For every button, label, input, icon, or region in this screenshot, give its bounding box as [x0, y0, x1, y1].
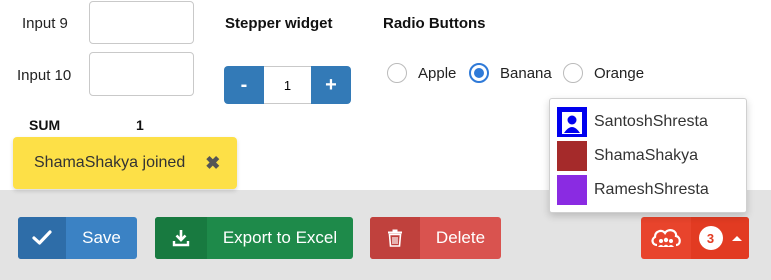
cloud-users-icon	[641, 217, 691, 259]
input10-field[interactable]	[89, 52, 194, 96]
checkmark-icon	[18, 217, 66, 259]
delete-button-label: Delete	[435, 228, 486, 247]
radio-banana[interactable]: Banana	[469, 62, 552, 84]
caret-up-icon	[731, 235, 742, 241]
radio-orange[interactable]: Orange	[563, 62, 644, 84]
avatar	[557, 175, 587, 205]
person-icon	[557, 107, 587, 137]
export-button-label: Export to Excel	[222, 228, 338, 247]
user-name: RameshShresta	[594, 181, 709, 198]
stepper-value-input[interactable]	[264, 66, 311, 104]
user-item-santosh[interactable]: SantoshShresta	[557, 107, 708, 137]
stepper-title: Stepper widget	[225, 15, 333, 32]
notification-count-badge: 3	[698, 226, 723, 250]
user-item-ramesh[interactable]: RameshShresta	[557, 175, 709, 205]
user-item-shama[interactable]: ShamaShakya	[557, 141, 698, 171]
sum-label: SUM	[29, 117, 61, 133]
notifications-button[interactable]: 3	[641, 217, 749, 259]
radio-group-title: Radio Buttons	[383, 15, 486, 32]
radio-orange-label: Orange	[594, 64, 645, 82]
stepper-decrement-button[interactable]: -	[224, 66, 264, 104]
input9-label: Input 9	[22, 15, 68, 32]
user-name: ShamaShakya	[594, 147, 699, 164]
radio-apple[interactable]: Apple	[387, 62, 456, 84]
close-icon[interactable]: ✖	[205, 153, 220, 174]
quantity-stepper: - +	[224, 66, 351, 104]
radio-circle-icon[interactable]	[387, 63, 407, 83]
input10-label: Input 10	[17, 67, 72, 84]
radio-apple-label: Apple	[418, 64, 457, 82]
notifications-dropdown: SantoshShresta ShamaShakya RameshShresta	[549, 98, 747, 213]
download-icon	[155, 217, 207, 259]
radio-checked-icon[interactable]	[469, 63, 489, 83]
toast-message: ShamaShakya joined	[34, 154, 186, 171]
save-button-label: Save	[82, 228, 121, 247]
sum-value: 1	[136, 117, 144, 133]
notifications-toggle[interactable]: 3	[691, 217, 749, 259]
save-button[interactable]: Save	[18, 217, 137, 259]
radio-banana-label: Banana	[500, 64, 552, 82]
export-excel-button[interactable]: Export to Excel	[155, 217, 353, 259]
stepper-increment-button[interactable]: +	[311, 66, 351, 104]
radio-circle-icon[interactable]	[563, 63, 583, 83]
trash-icon	[370, 217, 420, 259]
user-name: SantoshShresta	[594, 113, 708, 130]
delete-button[interactable]: Delete	[370, 217, 501, 259]
input9-field[interactable]	[89, 1, 194, 44]
join-toast: ShamaShakya joined ✖	[13, 137, 237, 189]
avatar	[557, 141, 587, 171]
